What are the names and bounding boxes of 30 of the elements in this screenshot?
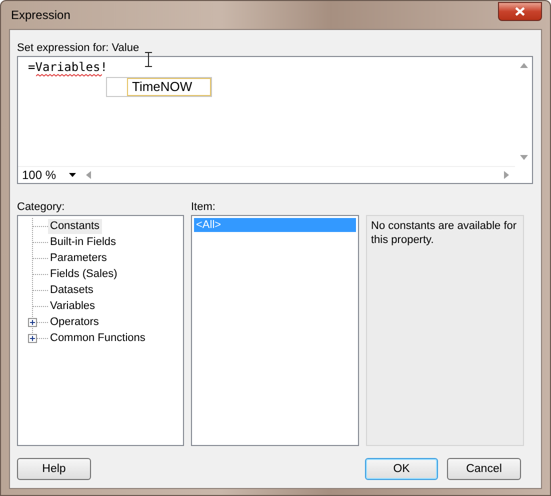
tree-item[interactable]: Fields (Sales): [48, 266, 120, 282]
tree-item[interactable]: Common Functions: [48, 330, 148, 346]
tree-item[interactable]: Variables: [48, 298, 98, 314]
scroll-down-icon[interactable]: [520, 155, 528, 160]
category-label: Category:: [17, 201, 65, 213]
scroll-up-icon[interactable]: [520, 63, 528, 68]
close-icon: [515, 6, 525, 16]
tree-item[interactable]: Operators: [48, 314, 101, 330]
dropdown-arrow-icon: [69, 173, 76, 177]
description-text: No constants are available for this property.: [371, 219, 518, 247]
tree-item[interactable]: Constants: [48, 218, 102, 234]
tree-item[interactable]: Parameters: [48, 250, 109, 266]
dialog-button[interactable]: Help: [17, 458, 91, 480]
text-cursor-icon: [145, 52, 152, 67]
scroll-right-icon[interactable]: [504, 171, 509, 179]
suggestion-item[interactable]: TimeNOW: [127, 78, 211, 96]
scroll-left-icon[interactable]: [86, 171, 91, 179]
dialog-button[interactable]: Cancel: [447, 458, 521, 480]
zoom-dropdown[interactable]: 100 %: [18, 167, 80, 183]
item-label: Item:: [191, 201, 216, 213]
expand-icon[interactable]: [26, 314, 48, 330]
close-button[interactable]: [498, 2, 542, 20]
expression-text: =Variables!: [28, 60, 108, 74]
expand-icon[interactable]: [26, 330, 48, 346]
tree-item[interactable]: Built-in Fields: [48, 234, 118, 250]
expression-editor[interactable]: =Variables! TimeNOW 100 %: [17, 56, 533, 184]
field-label: Set expression for: Value: [17, 42, 140, 54]
tree-item[interactable]: Datasets: [48, 282, 96, 298]
window-title: Expression: [10, 8, 70, 22]
dialog-button[interactable]: OK: [365, 458, 438, 480]
